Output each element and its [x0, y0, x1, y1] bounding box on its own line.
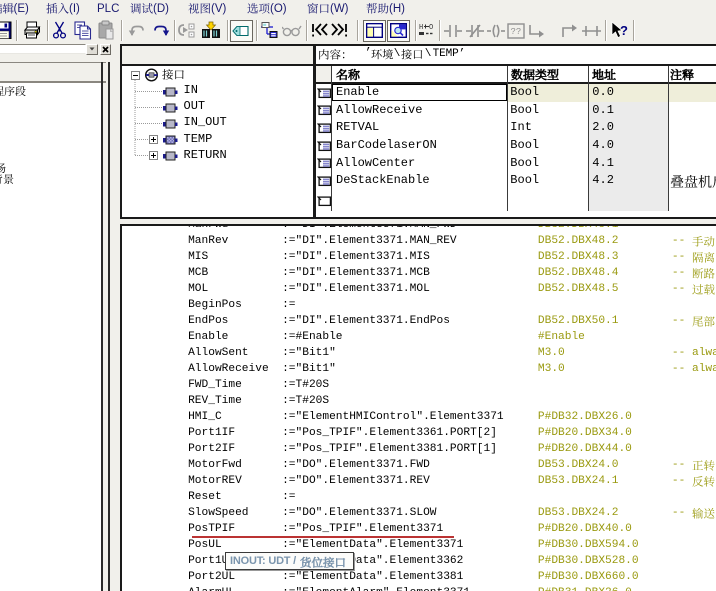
svg-text:??: ?? — [511, 27, 522, 37]
svg-text:H: H — [419, 24, 423, 32]
svg-text:O: O — [429, 24, 433, 32]
svg-text:?: ? — [620, 23, 628, 38]
